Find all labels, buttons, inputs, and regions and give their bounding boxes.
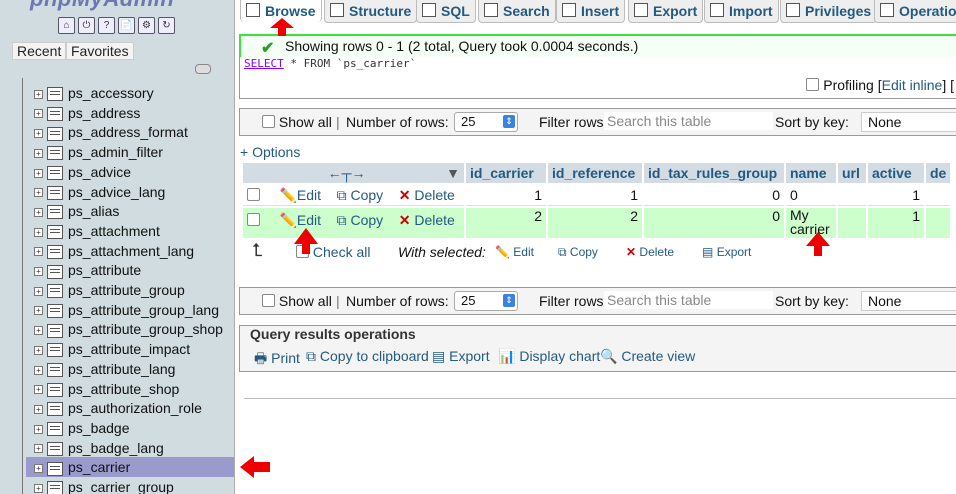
arrow-name	[806, 232, 830, 256]
annotation-arrows	[240, 18, 830, 478]
arrow-ps-carrier	[240, 456, 270, 478]
arrow-browse	[270, 18, 294, 36]
red-arrow-icon	[240, 18, 830, 478]
arrow-edit	[294, 228, 318, 254]
